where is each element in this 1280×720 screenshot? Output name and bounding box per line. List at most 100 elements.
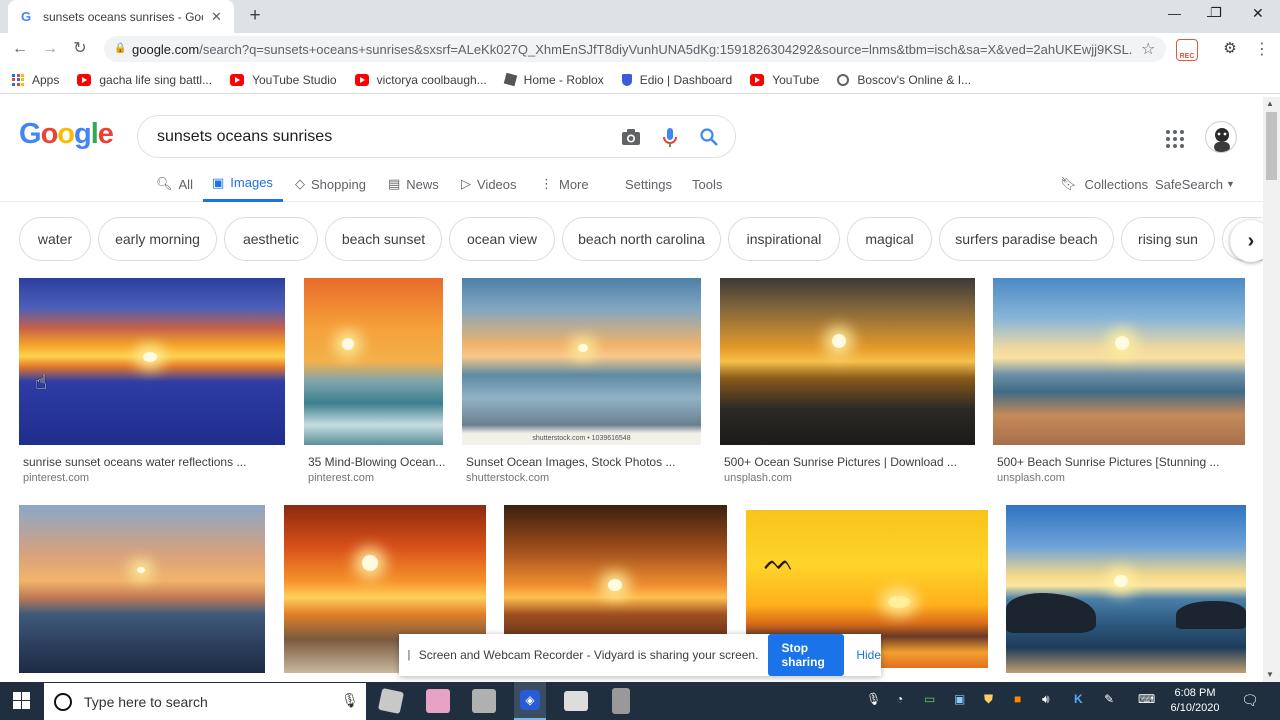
tab-images[interactable]: ▣ Images (203, 166, 283, 202)
taskbar-search[interactable]: Type here to search 🎙︎ (44, 683, 366, 720)
notifications-icon[interactable]: 🗨︎ (1241, 692, 1259, 709)
google-favicon-icon: G (20, 9, 32, 24)
restore-icon[interactable]: ❐ (1210, 5, 1222, 21)
result-caption[interactable]: Sunset Ocean Images, Stock Photos ... (466, 455, 675, 469)
thumbnail-stock-sunset[interactable]: shutterstock.com • 1039616548 (462, 278, 701, 445)
bookmark-star-icon[interactable]: ☆ (1141, 39, 1155, 59)
tab-label: All (178, 176, 193, 192)
result-caption[interactable]: 35 Mind-Blowing Ocean... (308, 455, 445, 469)
tab-tools[interactable]: Tools (692, 166, 722, 202)
chip[interactable]: inspirational (728, 217, 840, 261)
chip[interactable]: ocean view (449, 217, 555, 261)
taskbar-search-placeholder: Type here to search (84, 693, 208, 710)
keyboard-tray-icon[interactable]: ⌨ (1138, 692, 1155, 706)
hide-button[interactable]: Hide (856, 648, 881, 662)
reload-icon[interactable]: ↻ (68, 37, 92, 61)
thumbnail-rocks-sunrise[interactable] (1006, 505, 1246, 673)
battery-tray-icon[interactable]: ▭ (924, 692, 935, 706)
app-icon[interactable] (472, 689, 496, 713)
rock-shape (1176, 601, 1246, 629)
chip[interactable]: beach north carolina (562, 217, 721, 261)
mic-tray-icon[interactable]: 🎙︎ (866, 692, 881, 706)
recorder-extension-icon[interactable]: REC (1176, 39, 1198, 61)
page-scrollbar[interactable] (1263, 97, 1280, 682)
drag-handle-icon[interactable]: || (407, 649, 410, 661)
extension-icon[interactable]: ⚙ (1220, 39, 1240, 59)
search-input[interactable]: sunsets oceans sunrises (157, 128, 617, 146)
chip[interactable]: rising sun (1121, 217, 1215, 261)
chip[interactable]: magical (847, 217, 932, 261)
result-source[interactable]: shutterstock.com (466, 472, 549, 484)
search-icon[interactable] (700, 128, 718, 151)
google-apps-icon[interactable] (1166, 130, 1184, 148)
address-bar[interactable]: 🔒 google.com/search?q=sunsets+oceans+sun… (104, 36, 1166, 62)
lock-icon: 🔒 (114, 43, 127, 54)
photos-app-icon[interactable] (564, 691, 588, 711)
minimize-icon[interactable]: — (1168, 6, 1181, 21)
chip[interactable]: beach sunset (325, 217, 442, 261)
close-tab-icon[interactable]: ✕ (211, 9, 222, 25)
scrollbar-thumb[interactable] (1266, 112, 1277, 180)
google-logo[interactable]: Google (19, 118, 114, 151)
display-tray-icon[interactable]: ▣ (954, 692, 965, 706)
result-source[interactable]: pinterest.com (308, 472, 374, 484)
chip[interactable]: aesthetic (224, 217, 318, 261)
stop-sharing-button[interactable]: Stop sharing (768, 634, 845, 676)
roblox-app-icon[interactable] (377, 687, 405, 715)
volume-tray-icon[interactable]: 🔊︎ (1042, 692, 1050, 707)
avatar[interactable] (1205, 121, 1237, 153)
thumbnail-ocean-wave[interactable] (304, 278, 443, 445)
collections-link[interactable]: 🔖︎ Collections (1060, 166, 1148, 202)
bookmark-victorya[interactable]: victorya coolbaugh... (354, 73, 487, 87)
thumbnail-beach-sunrise[interactable] (993, 278, 1245, 445)
bookmark-roblox[interactable]: Home - Roblox (503, 73, 604, 87)
thumbnail-sunset-reflection[interactable] (19, 278, 285, 445)
chip[interactable]: water (19, 217, 91, 261)
windows-start-icon[interactable] (13, 692, 30, 709)
result-source[interactable]: pinterest.com (23, 472, 89, 484)
bookmark-edio[interactable]: Edio | Dashboard (621, 73, 732, 87)
chrome-menu-icon[interactable]: ⋮ (1254, 39, 1270, 59)
tab-settings[interactable]: Settings (625, 166, 672, 202)
bookmark-apps[interactable]: Apps (12, 73, 59, 87)
result-caption[interactable]: 500+ Ocean Sunrise Pictures | Download .… (724, 455, 957, 469)
thumbnail-wave-sunset[interactable] (19, 505, 265, 673)
bookmark-boscovs[interactable]: Boscov's Online & I... (837, 73, 971, 87)
result-caption[interactable]: sunrise sunset oceans water reflections … (23, 455, 246, 469)
close-window-icon[interactable]: ✕ (1252, 5, 1264, 22)
chrome-taskbar-button[interactable]: ◈ (514, 682, 546, 720)
pen-tray-icon[interactable]: ✎ (1104, 692, 1114, 706)
shield-tray-icon[interactable]: ⛊ (984, 692, 993, 707)
network-tray-icon[interactable]: ◔ (896, 692, 903, 706)
new-tab-button[interactable]: + (244, 5, 266, 27)
app-tray-icon[interactable]: ■ (1014, 692, 1021, 706)
result-caption[interactable]: 500+ Beach Sunrise Pictures [Stunning ..… (997, 455, 1219, 469)
gacha-app-icon[interactable] (426, 689, 450, 713)
browser-tab[interactable]: G sunsets oceans sunrises - Google ✕ (8, 0, 234, 33)
bookmark-gacha[interactable]: gacha life sing battl... (77, 73, 212, 87)
safesearch-dropdown[interactable]: SafeSearch ▼ (1155, 166, 1235, 202)
tab-videos[interactable]: ▷ Videos (461, 166, 517, 202)
microphone-icon[interactable] (663, 128, 677, 153)
tab-news[interactable]: ▤ News (388, 166, 439, 202)
recorder-app-icon[interactable] (612, 688, 630, 714)
k-app-tray-icon[interactable]: K (1074, 692, 1083, 706)
tab-shopping[interactable]: ◇ Shopping (295, 166, 366, 202)
search-box[interactable]: sunsets oceans sunrises (137, 115, 736, 158)
chip[interactable]: surfers paradise beach (939, 217, 1114, 261)
chip[interactable]: early morning (98, 217, 217, 261)
forward-icon[interactable]: → (38, 37, 62, 61)
microphone-icon[interactable]: 🎙︎ (341, 692, 359, 709)
taskbar-clock[interactable]: 6:08 PM 6/10/2020 (1165, 686, 1225, 716)
tab-all[interactable]: 🔍︎ All (156, 166, 193, 202)
result-source[interactable]: unsplash.com (997, 472, 1065, 484)
bookmark-youtube-studio[interactable]: YouTube Studio (230, 73, 337, 87)
result-source[interactable]: unsplash.com (724, 472, 792, 484)
thumbnail-ocean-sunrise[interactable] (720, 278, 975, 445)
scroll-up-icon[interactable]: ▲ (1266, 99, 1274, 108)
back-icon[interactable]: ← (8, 37, 32, 61)
tab-more[interactable]: ⋮ More (540, 166, 589, 202)
scroll-down-icon[interactable]: ▼ (1266, 670, 1274, 679)
bookmark-youtube[interactable]: YouTube (750, 73, 819, 87)
camera-icon[interactable] (621, 128, 641, 151)
